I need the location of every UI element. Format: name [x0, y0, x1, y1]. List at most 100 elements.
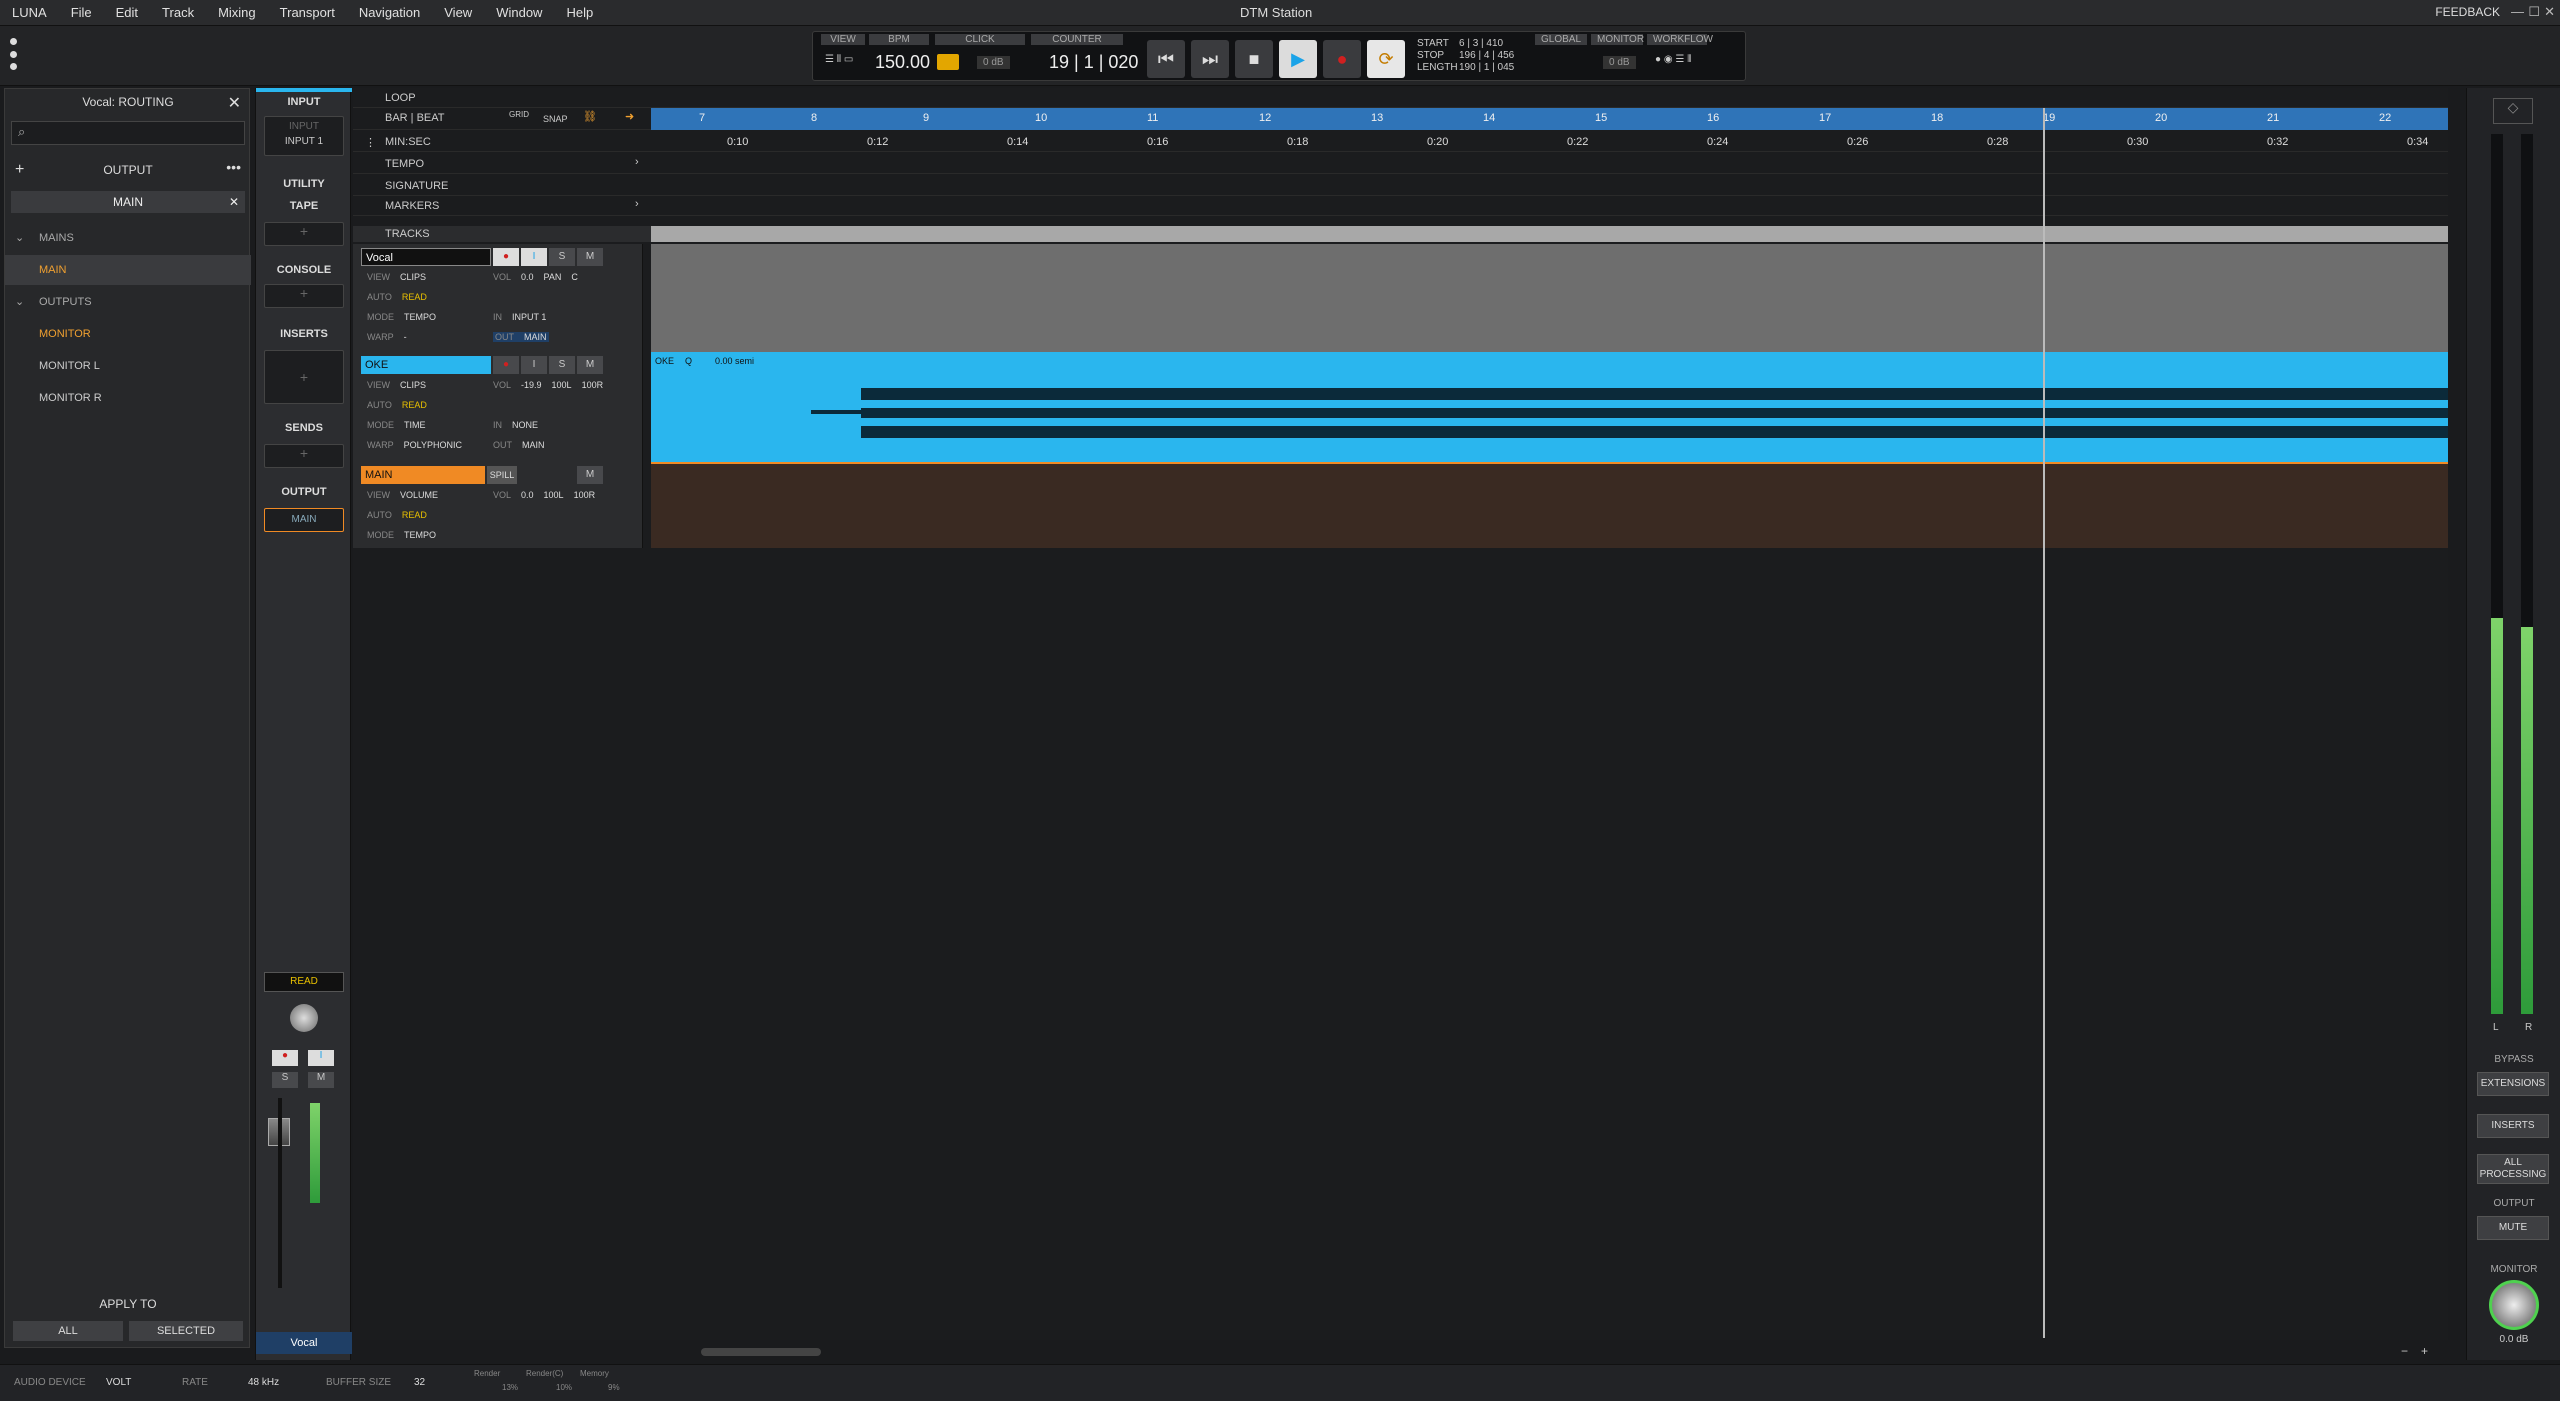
min-sec-ruler[interactable]: MIN:SEC ⋮ 0:10 0:12 0:14 0:16 0:18 0:20 …	[353, 132, 2448, 152]
more-icon[interactable]: •••	[226, 159, 241, 175]
horizontal-scrollbar[interactable]	[701, 1348, 821, 1356]
audio-clip-oke[interactable]: OKE Q 0.00 semi	[651, 352, 2448, 462]
bypass-all-processing-button[interactable]: ALL PROCESSING	[2477, 1154, 2549, 1184]
track-name[interactable]: Vocal	[361, 248, 491, 266]
start-value[interactable]: 6 | 3 | 410	[1459, 38, 1503, 49]
menu-window[interactable]: Window	[496, 5, 542, 20]
in-row[interactable]: IN NONE	[493, 420, 538, 430]
minimize-icon[interactable]: —	[2511, 4, 2524, 19]
playhead[interactable]	[2043, 108, 2045, 1338]
track-name[interactable]: OKE	[361, 356, 491, 374]
stop-value[interactable]: 196 | 4 | 456	[1459, 50, 1514, 61]
stop-button[interactable]: ■	[1235, 40, 1273, 78]
automation-mode[interactable]: READ	[264, 972, 344, 992]
pan-knob[interactable]	[290, 1004, 318, 1032]
channel-name[interactable]: Vocal	[256, 1332, 352, 1354]
auto-row[interactable]: AUTO READ	[367, 510, 427, 520]
link-icon[interactable]: ⛓	[583, 110, 597, 123]
menu-luna[interactable]: LUNA	[12, 5, 47, 20]
in-row[interactable]: IN INPUT 1	[493, 312, 546, 322]
view-icons[interactable]: ☰ ⦀ ▭	[825, 54, 853, 65]
record-arm-button[interactable]: ●	[493, 356, 519, 374]
warp-row[interactable]: WARP POLYPHONIC	[367, 440, 462, 450]
view-row[interactable]: VIEW CLIPS	[367, 272, 426, 282]
bpm-value[interactable]: 150.00	[875, 52, 930, 73]
input-monitor-button[interactable]: I	[308, 1050, 334, 1066]
close-icon[interactable]: ✕	[228, 93, 241, 113]
play-button[interactable]: ▶	[1279, 40, 1317, 78]
maximize-icon[interactable]: ☐	[2528, 4, 2540, 20]
solo-button[interactable]: S	[549, 356, 575, 374]
signature-ruler[interactable]: SIGNATURE	[353, 176, 2448, 196]
selected-output[interactable]: MAIN ✕	[11, 191, 245, 213]
clip-quantize[interactable]: Q	[685, 356, 692, 366]
loop-button[interactable]: ⟳	[1367, 40, 1405, 78]
tempo-ruler[interactable]: TEMPO ›	[353, 154, 2448, 174]
tree-monitor[interactable]: MONITOR	[5, 319, 251, 349]
mode-row[interactable]: MODE TEMPO	[367, 530, 436, 540]
spill-button[interactable]: SPILL	[487, 466, 517, 484]
zoom-out-icon[interactable]: −	[2401, 1344, 2408, 1358]
mute-output-button[interactable]: MUTE	[2477, 1216, 2549, 1240]
grid-button[interactable]: GRID	[509, 110, 529, 119]
monitor-knob[interactable]	[2489, 1280, 2539, 1330]
view-row[interactable]: VIEW VOLUME	[367, 490, 438, 500]
chevron-right-icon[interactable]: ›	[635, 198, 639, 210]
tree-mains[interactable]: ⌄ MAINS	[5, 223, 251, 253]
mode-row[interactable]: MODE TEMPO	[367, 312, 436, 322]
out-row[interactable]: OUT MAIN	[493, 440, 545, 450]
snap-button[interactable]: SNAP	[543, 114, 568, 124]
input-monitor-button[interactable]: I	[521, 356, 547, 374]
search-input[interactable]: ⌕	[11, 121, 245, 145]
bar-beat-ruler[interactable]: BAR | BEAT GRID SNAP ⛓ ➜ 7 8 9 10 11 12 …	[353, 108, 2448, 130]
input-slot[interactable]: INPUT INPUT 1	[264, 116, 344, 156]
tree-monitor-l[interactable]: MONITOR L	[5, 351, 251, 381]
more-menu-icon[interactable]	[10, 38, 18, 70]
feedback-link[interactable]: FEEDBACK	[2435, 5, 2500, 19]
buffer-value[interactable]: 32	[414, 1377, 425, 1388]
counter-value[interactable]: 19 | 1 | 020	[1049, 52, 1138, 73]
track-name[interactable]: MAIN	[361, 466, 485, 484]
tape-slot[interactable]: +	[264, 222, 344, 246]
click-level[interactable]: 0 dB	[977, 56, 1010, 69]
chevron-right-icon[interactable]: ›	[635, 156, 639, 168]
menu-mixing[interactable]: Mixing	[218, 5, 256, 20]
loop-ruler[interactable]: LOOP	[353, 88, 2448, 108]
console-slot[interactable]: +	[264, 284, 344, 308]
menu-view[interactable]: View	[444, 5, 472, 20]
rate-value[interactable]: 48 kHz	[248, 1377, 279, 1388]
out-row[interactable]: OUT MAIN	[493, 332, 549, 342]
output-slot[interactable]: MAIN	[264, 508, 344, 532]
input-monitor-button[interactable]: I	[521, 248, 547, 266]
workflow-icons[interactable]: ● ◉ ☰ ⦀	[1655, 54, 1691, 65]
monitor-level[interactable]: 0 dB	[1603, 56, 1636, 69]
menu-transport[interactable]: Transport	[280, 5, 335, 20]
auto-row[interactable]: AUTO READ	[367, 400, 427, 410]
menu-track[interactable]: Track	[162, 5, 194, 20]
menu-navigation[interactable]: Navigation	[359, 5, 420, 20]
record-button[interactable]: ●	[1323, 40, 1361, 78]
warp-row[interactable]: WARP -	[367, 332, 407, 342]
ruler-options-icon[interactable]: ⋮	[365, 136, 376, 149]
mode-row[interactable]: MODE TIME	[367, 420, 426, 430]
markers-ruler[interactable]: MARKERS ›	[353, 196, 2448, 216]
view-row[interactable]: VIEW CLIPS	[367, 380, 426, 390]
menu-edit[interactable]: Edit	[116, 5, 138, 20]
zoom-in-icon[interactable]: +	[2421, 1344, 2428, 1358]
menu-file[interactable]: File	[71, 5, 92, 20]
rewind-button[interactable]: ⏮	[1147, 40, 1185, 78]
mute-button[interactable]: M	[577, 356, 603, 374]
bypass-extensions-button[interactable]: EXTENSIONS	[2477, 1072, 2549, 1096]
tree-outputs[interactable]: ⌄ OUTPUTS	[5, 287, 251, 317]
bypass-inserts-button[interactable]: INSERTS	[2477, 1114, 2549, 1138]
follow-icon[interactable]: ➜	[625, 110, 634, 123]
mute-button[interactable]: M	[577, 466, 603, 484]
tree-monitor-r[interactable]: MONITOR R	[5, 383, 251, 413]
record-arm-button[interactable]: ●	[272, 1050, 298, 1066]
mute-button[interactable]: M	[577, 248, 603, 266]
clear-icon[interactable]: ✕	[229, 191, 239, 213]
menu-help[interactable]: Help	[566, 5, 593, 20]
close-window-icon[interactable]: ✕	[2544, 4, 2555, 20]
record-arm-button[interactable]: ●	[493, 248, 519, 266]
apply-selected-button[interactable]: SELECTED	[129, 1321, 243, 1341]
